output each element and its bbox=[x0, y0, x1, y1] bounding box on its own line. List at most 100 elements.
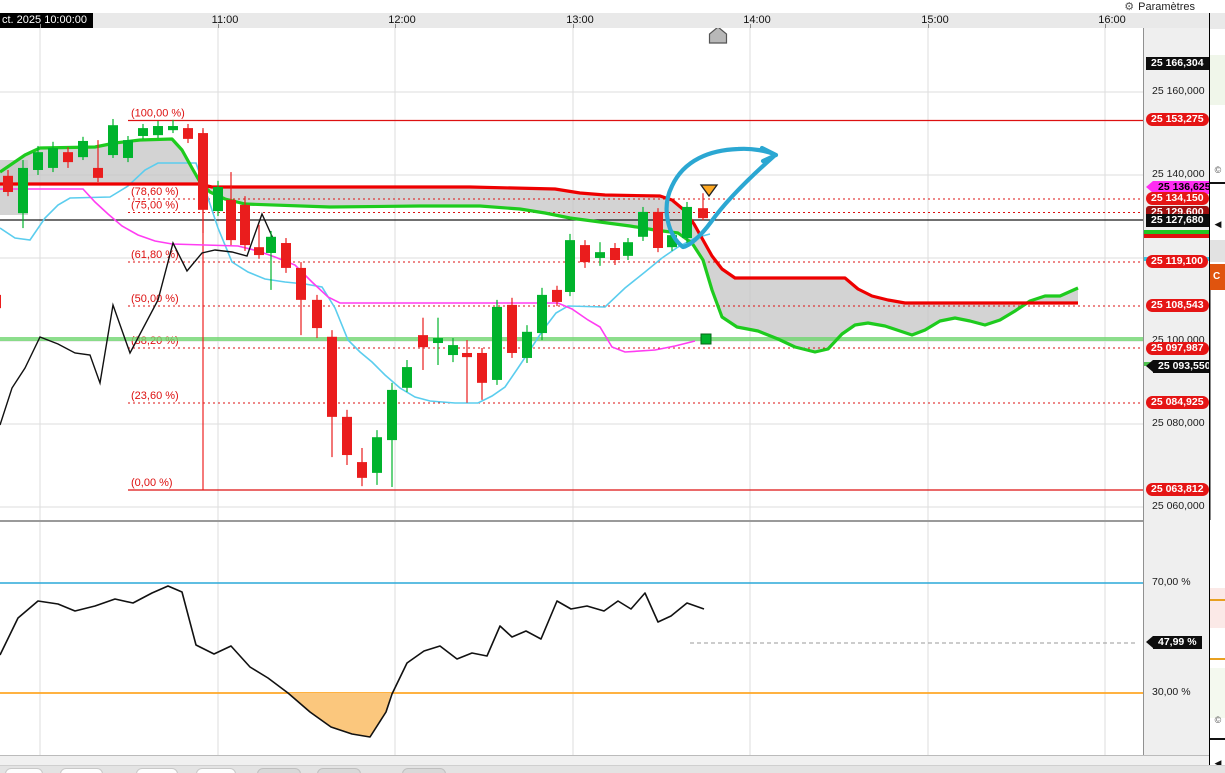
time-axis[interactable]: ct. 2025 10:00:00 11:00 12:00 13:00 14:00 15… bbox=[0, 13, 1209, 29]
price-axis-label: 25 134,150 bbox=[1146, 192, 1209, 205]
candle-bullish bbox=[492, 306, 502, 380]
candle-bearish bbox=[327, 336, 337, 417]
bg-window-titlebar[interactable]: C bbox=[1210, 264, 1225, 290]
bg-window-divider bbox=[1210, 182, 1225, 184]
candle-bearish bbox=[281, 243, 291, 268]
fib-level-label: (100,00 %) bbox=[131, 108, 185, 120]
candle-bullish bbox=[213, 187, 223, 212]
bg-window-fragment bbox=[1210, 588, 1225, 628]
taskbar-button[interactable] bbox=[402, 768, 446, 773]
bg-window-divider bbox=[1210, 738, 1225, 740]
price-axis-label: 25 127,680 bbox=[1146, 214, 1209, 227]
candle-bullish bbox=[433, 338, 443, 344]
candle-bullish bbox=[372, 437, 382, 473]
candle-bullish bbox=[108, 125, 118, 156]
taskbar-button[interactable] bbox=[5, 768, 43, 773]
time-axis-label: 16:00 bbox=[1098, 14, 1126, 26]
taskbar-button[interactable] bbox=[317, 768, 361, 773]
price-axis-label: 30,00 % bbox=[1152, 686, 1191, 698]
settings-button[interactable]: ⚙ Paramètres bbox=[1124, 0, 1195, 14]
bg-window-fragment bbox=[1210, 668, 1225, 718]
candle-bearish bbox=[312, 299, 322, 329]
price-axis-label: 70,00 % bbox=[1152, 576, 1191, 588]
candle-bearish bbox=[226, 199, 236, 241]
candle-bullish bbox=[638, 211, 648, 237]
candle-bullish bbox=[18, 167, 28, 214]
taskbar-button[interactable] bbox=[257, 768, 301, 773]
taskbar-button[interactable] bbox=[136, 768, 178, 773]
taskbar-button[interactable] bbox=[60, 768, 103, 773]
candle-bullish bbox=[565, 240, 575, 292]
taskbar bbox=[0, 765, 1225, 773]
bg-window-body bbox=[1210, 290, 1225, 520]
axis-line-marker bbox=[1144, 234, 1210, 238]
candle-bullish bbox=[595, 252, 605, 258]
candle-bearish bbox=[418, 335, 428, 348]
copyright-glyph: © bbox=[1214, 715, 1222, 725]
candle-bullish bbox=[387, 389, 397, 441]
candle-bearish bbox=[462, 352, 472, 358]
candle-bearish bbox=[698, 208, 708, 219]
candle-bullish bbox=[402, 367, 412, 388]
price-axis-label: 25 063,812 bbox=[1146, 483, 1209, 496]
candle-bullish bbox=[623, 242, 633, 256]
gear-icon: ⚙ bbox=[1124, 1, 1135, 13]
candle-bearish bbox=[0, 294, 1, 309]
trading-app-window: ⚙ Paramètres ct. 2025 10:00:00 11:00 12:0… bbox=[0, 0, 1225, 773]
candle-bearish bbox=[254, 247, 264, 256]
fib-level-label: (23,60 %) bbox=[131, 390, 179, 402]
price-axis-label: 25 093,550 bbox=[1146, 360, 1216, 373]
fib-level-label: (75,00 %) bbox=[131, 200, 179, 212]
candle-bearish bbox=[3, 175, 13, 192]
candle-bullish bbox=[153, 126, 163, 136]
price-axis-label: 25 060,000 bbox=[1152, 500, 1205, 512]
taskbar-button[interactable] bbox=[196, 768, 236, 773]
candle-bullish bbox=[48, 148, 58, 168]
candle-bearish bbox=[63, 152, 73, 163]
scroll-left-icon[interactable]: ◀ bbox=[1210, 219, 1225, 230]
price-axis[interactable]: 25 166,304 25 160,000 25 153,275 25 140,000… bbox=[1143, 28, 1216, 755]
candle-bullish bbox=[522, 331, 532, 358]
price-axis-label: 25 084,925 bbox=[1146, 396, 1209, 409]
price-axis-label: 25 153,275 bbox=[1146, 113, 1209, 126]
main-chart-area[interactable]: (100,00 %) (78,60 %) (75,00 %) (61,80 %) (50… bbox=[0, 26, 1143, 755]
candle-bearish bbox=[296, 267, 306, 300]
candle-bearish bbox=[357, 462, 367, 478]
time-axis-label: 15:00 bbox=[921, 14, 949, 26]
candle-bearish bbox=[477, 352, 487, 383]
candle-bullish bbox=[448, 345, 458, 356]
price-axis-label: 25 108,543 bbox=[1146, 299, 1209, 312]
candle-bearish bbox=[653, 211, 663, 249]
time-axis-label: 14:00 bbox=[743, 14, 771, 26]
candle-bearish bbox=[198, 133, 208, 210]
candle-bearish bbox=[552, 289, 562, 302]
price-axis-label: 25 160,000 bbox=[1152, 85, 1205, 97]
candle-bearish bbox=[610, 248, 620, 261]
fib-level-label: (0,00 %) bbox=[131, 477, 173, 489]
candle-bearish bbox=[580, 245, 590, 263]
candle-bullish bbox=[123, 140, 133, 158]
time-axis-label: 11:00 bbox=[211, 14, 239, 26]
price-axis-label: 25 080,000 bbox=[1152, 417, 1205, 429]
bg-window-fragment bbox=[1210, 240, 1225, 262]
chart-bottom-margin bbox=[0, 755, 1209, 765]
candle-bullish bbox=[78, 140, 88, 158]
candle-bullish bbox=[168, 126, 178, 131]
green-square-marker[interactable] bbox=[700, 333, 712, 345]
candle-bearish bbox=[342, 416, 352, 456]
partial-background-window[interactable]: © ◀ C © ◀ bbox=[1209, 13, 1225, 773]
settings-button-label: Paramètres bbox=[1138, 0, 1195, 13]
top-toolbar: ⚙ Paramètres bbox=[0, 0, 1225, 13]
candle-bearish bbox=[507, 304, 517, 353]
bg-window-orange-line bbox=[1210, 658, 1225, 660]
time-axis-label: 13:00 bbox=[566, 14, 594, 26]
fib-level-label: (50,00 %) bbox=[131, 293, 179, 305]
candle-bullish bbox=[682, 206, 692, 239]
bg-window-orange-line bbox=[1210, 599, 1225, 601]
price-axis-label: 25 166,304 bbox=[1146, 57, 1209, 70]
price-axis-label: 47,99 % bbox=[1146, 636, 1202, 649]
candle-bullish bbox=[138, 128, 148, 136]
price-axis-label: 25 097,987 bbox=[1146, 342, 1209, 355]
copyright-glyph: © bbox=[1214, 165, 1222, 175]
candle-bullish bbox=[537, 294, 547, 334]
